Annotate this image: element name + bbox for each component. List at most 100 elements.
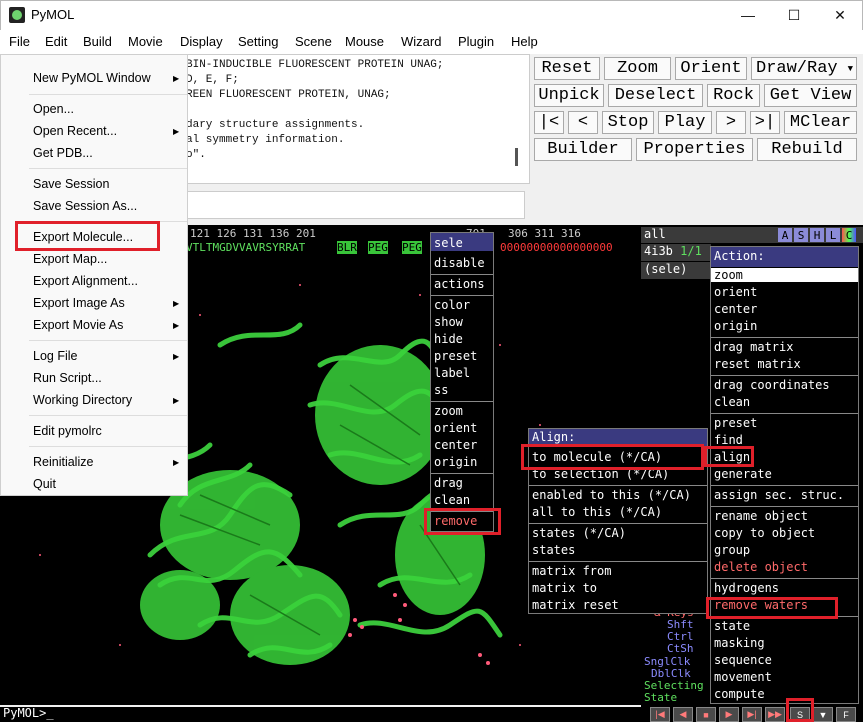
action-hydrogens[interactable]: hydrogens: [714, 581, 779, 595]
menu-edit[interactable]: Edit: [45, 34, 67, 49]
button-a[interactable]: A: [778, 228, 792, 242]
object-4i3b[interactable]: 4i3b 1/1: [641, 244, 711, 261]
align-all-to-this[interactable]: all to this (*/CA): [532, 505, 662, 519]
action-delete-object[interactable]: delete object: [714, 560, 808, 574]
action-orient[interactable]: orient: [714, 285, 757, 299]
action-state[interactable]: state: [714, 619, 750, 633]
sele-menu-origin[interactable]: origin: [434, 455, 477, 469]
get-view-button[interactable]: Get View: [764, 84, 857, 107]
file-save-session[interactable]: Save Session: [33, 177, 109, 191]
unpick-button[interactable]: Unpick: [534, 84, 604, 107]
action-generate[interactable]: generate: [714, 467, 772, 481]
action-sequence[interactable]: sequence: [714, 653, 772, 667]
sele-menu-drag[interactable]: drag: [434, 476, 463, 490]
sequence-tag-peg[interactable]: PEG: [402, 241, 422, 254]
draw-ray-button[interactable]: Draw/Ray ▼: [751, 57, 857, 80]
command-prompt[interactable]: PyMOL>_: [3, 706, 54, 720]
maximize-button[interactable]: ☐: [771, 0, 817, 30]
player-stop-icon[interactable]: ■: [696, 707, 716, 722]
align-enabled-to-this[interactable]: enabled to this (*/CA): [532, 488, 691, 502]
action-reset-matrix[interactable]: reset matrix: [714, 357, 801, 371]
sele-menu-hide[interactable]: hide: [434, 332, 463, 346]
file-quit[interactable]: Quit: [33, 477, 56, 491]
object-sele[interactable]: (sele): [641, 262, 711, 279]
file-save-session-as[interactable]: Save Session As...: [33, 199, 137, 213]
file-log-file[interactable]: Log File: [33, 349, 77, 363]
prev-frame-button[interactable]: <: [568, 111, 598, 134]
menu-file[interactable]: File: [9, 34, 30, 49]
menu-display[interactable]: Display: [180, 34, 223, 49]
menu-help[interactable]: Help: [511, 34, 538, 49]
action-origin[interactable]: origin: [714, 319, 757, 333]
action-copy-to-object[interactable]: copy to object: [714, 526, 815, 540]
sele-menu-actions[interactable]: actions: [434, 277, 485, 291]
sele-menu-ss[interactable]: ss: [434, 383, 448, 397]
align-matrix-reset[interactable]: matrix reset: [532, 598, 619, 612]
sele-menu-center[interactable]: center: [434, 438, 477, 452]
player-back-icon[interactable]: ◀: [673, 707, 693, 722]
orient-button[interactable]: Orient: [675, 57, 747, 80]
player-f-button[interactable]: F: [836, 707, 856, 722]
close-button[interactable]: ✕: [817, 0, 863, 30]
rebuild-button[interactable]: Rebuild: [757, 138, 857, 161]
file-open[interactable]: Open...: [33, 102, 74, 116]
file-open-recent[interactable]: Open Recent...: [33, 124, 117, 138]
sequence-residues[interactable]: VTLTMGDVVAVRSYRRAT: [186, 241, 305, 254]
action-zoom[interactable]: zoom: [711, 268, 858, 282]
menu-build[interactable]: Build: [83, 34, 112, 49]
sequence-tag-peg[interactable]: PEG: [368, 241, 388, 254]
properties-button[interactable]: Properties: [636, 138, 753, 161]
file-edit-pymolrc[interactable]: Edit pymolrc: [33, 424, 102, 438]
next-frame-button[interactable]: >: [716, 111, 746, 134]
align-states[interactable]: states: [532, 543, 575, 557]
button-l[interactable]: L: [826, 228, 840, 242]
sele-menu-orient[interactable]: orient: [434, 421, 477, 435]
sele-menu-preset[interactable]: preset: [434, 349, 477, 363]
sequence-tag-blr[interactable]: BLR: [337, 241, 357, 254]
minimize-button[interactable]: —: [725, 0, 771, 30]
player-fast-icon[interactable]: ▶▶: [765, 707, 785, 722]
player-dropdown-icon[interactable]: ▼: [813, 707, 833, 722]
file-export-image-as[interactable]: Export Image As: [33, 296, 125, 310]
sele-menu-label[interactable]: label: [434, 366, 470, 380]
align-matrix-from[interactable]: matrix from: [532, 564, 611, 578]
player-last-icon[interactable]: ▶|: [742, 707, 762, 722]
mclear-button[interactable]: MClear: [784, 111, 857, 134]
menu-wizard[interactable]: Wizard: [401, 34, 441, 49]
action-assign-sec-struc[interactable]: assign sec. struc.: [714, 488, 844, 502]
action-drag-coordinates[interactable]: drag coordinates: [714, 378, 830, 392]
sele-menu-color[interactable]: color: [434, 298, 470, 312]
sequence-solvent[interactable]: 00000000000000000: [500, 241, 613, 254]
menu-mouse[interactable]: Mouse: [345, 34, 384, 49]
sele-menu-title[interactable]: sele: [434, 236, 463, 250]
file-export-map[interactable]: Export Map...: [33, 252, 107, 266]
action-preset[interactable]: preset: [714, 416, 757, 430]
first-frame-button[interactable]: |<: [534, 111, 564, 134]
zoom-button[interactable]: Zoom: [604, 57, 671, 80]
action-center[interactable]: center: [714, 302, 757, 316]
menu-plugin[interactable]: Plugin: [458, 34, 494, 49]
sele-menu-disable[interactable]: disable: [434, 256, 485, 270]
menu-scene[interactable]: Scene: [295, 34, 332, 49]
button-c[interactable]: C: [842, 228, 856, 242]
action-group[interactable]: group: [714, 543, 750, 557]
rock-button[interactable]: Rock: [707, 84, 760, 107]
sele-menu-clean[interactable]: clean: [434, 493, 470, 507]
action-movement[interactable]: movement: [714, 670, 772, 684]
reset-button[interactable]: Reset: [534, 57, 600, 80]
console-scrollbar[interactable]: [515, 148, 518, 166]
last-frame-button[interactable]: >|: [750, 111, 780, 134]
align-states-ca[interactable]: states (*/CA): [532, 526, 626, 540]
action-masking[interactable]: masking: [714, 636, 765, 650]
action-rename-object[interactable]: rename object: [714, 509, 808, 523]
action-drag-matrix[interactable]: drag matrix: [714, 340, 793, 354]
file-export-alignment[interactable]: Export Alignment...: [33, 274, 138, 288]
sele-menu-zoom[interactable]: zoom: [434, 404, 463, 418]
menu-movie[interactable]: Movie: [128, 34, 163, 49]
button-h[interactable]: H: [810, 228, 824, 242]
player-play-icon[interactable]: ▶: [719, 707, 739, 722]
builder-button[interactable]: Builder: [534, 138, 632, 161]
stop-button[interactable]: Stop: [602, 111, 654, 134]
file-get-pdb[interactable]: Get PDB...: [33, 146, 93, 160]
file-new-window[interactable]: New PyMOL Window: [33, 71, 151, 85]
